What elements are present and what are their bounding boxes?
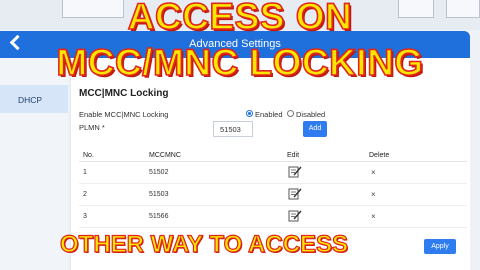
row-mccmnc: 51566: [149, 213, 169, 220]
col-delete: Delete: [369, 152, 390, 159]
row-no: 2: [83, 191, 87, 198]
delete-icon[interactable]: ×: [371, 190, 376, 199]
radio-enabled-label: Enabled: [255, 110, 283, 119]
sidebar-item-dhcp[interactable]: DHCP: [0, 85, 68, 113]
edit-icon[interactable]: [288, 187, 302, 200]
row-no: 3: [83, 213, 87, 220]
delete-icon[interactable]: ×: [371, 168, 376, 177]
edit-icon[interactable]: [288, 209, 302, 222]
row-no: 1: [83, 169, 87, 176]
plmn-label: PLMN *: [79, 123, 105, 132]
table-row: 3 51566 ×: [79, 206, 467, 228]
row-mccmnc: 51503: [149, 191, 169, 198]
table-row: 1 51502 ×: [79, 162, 467, 184]
apply-button[interactable]: Apply: [424, 239, 456, 254]
overlay-title-line1: ACCESS ON: [127, 0, 353, 37]
enable-label: Enable MCC|MNC Locking: [79, 110, 169, 119]
edit-icon[interactable]: [288, 165, 302, 178]
col-no: No.: [83, 152, 94, 159]
col-edit: Edit: [287, 152, 300, 159]
col-mccmnc: MCCMNC: [149, 152, 181, 159]
delete-icon[interactable]: ×: [371, 212, 376, 221]
plmn-input[interactable]: 51503: [213, 121, 253, 137]
screen: Advanced Settings DHCP MCC|MNC Locking E…: [0, 0, 480, 270]
radio-disabled-label: Disabled: [296, 110, 326, 119]
section-title: MCC|MNC Locking: [79, 88, 169, 99]
overlay-title-line2: MCC/MNC LOCKING: [56, 42, 424, 83]
table-row: 2 51503 ×: [79, 184, 467, 206]
radio-disabled[interactable]: [287, 110, 294, 117]
add-button[interactable]: Add: [303, 121, 327, 137]
table-header: No. MCCMNC Edit Delete: [79, 148, 467, 162]
mccmnc-table: No. MCCMNC Edit Delete 1 51502 × 2 51503: [79, 148, 467, 228]
overlay-caption: OTHER WAY TO ACCESS: [59, 231, 349, 258]
row-mccmnc: 51502: [149, 169, 169, 176]
radio-enabled[interactable]: [246, 110, 253, 117]
